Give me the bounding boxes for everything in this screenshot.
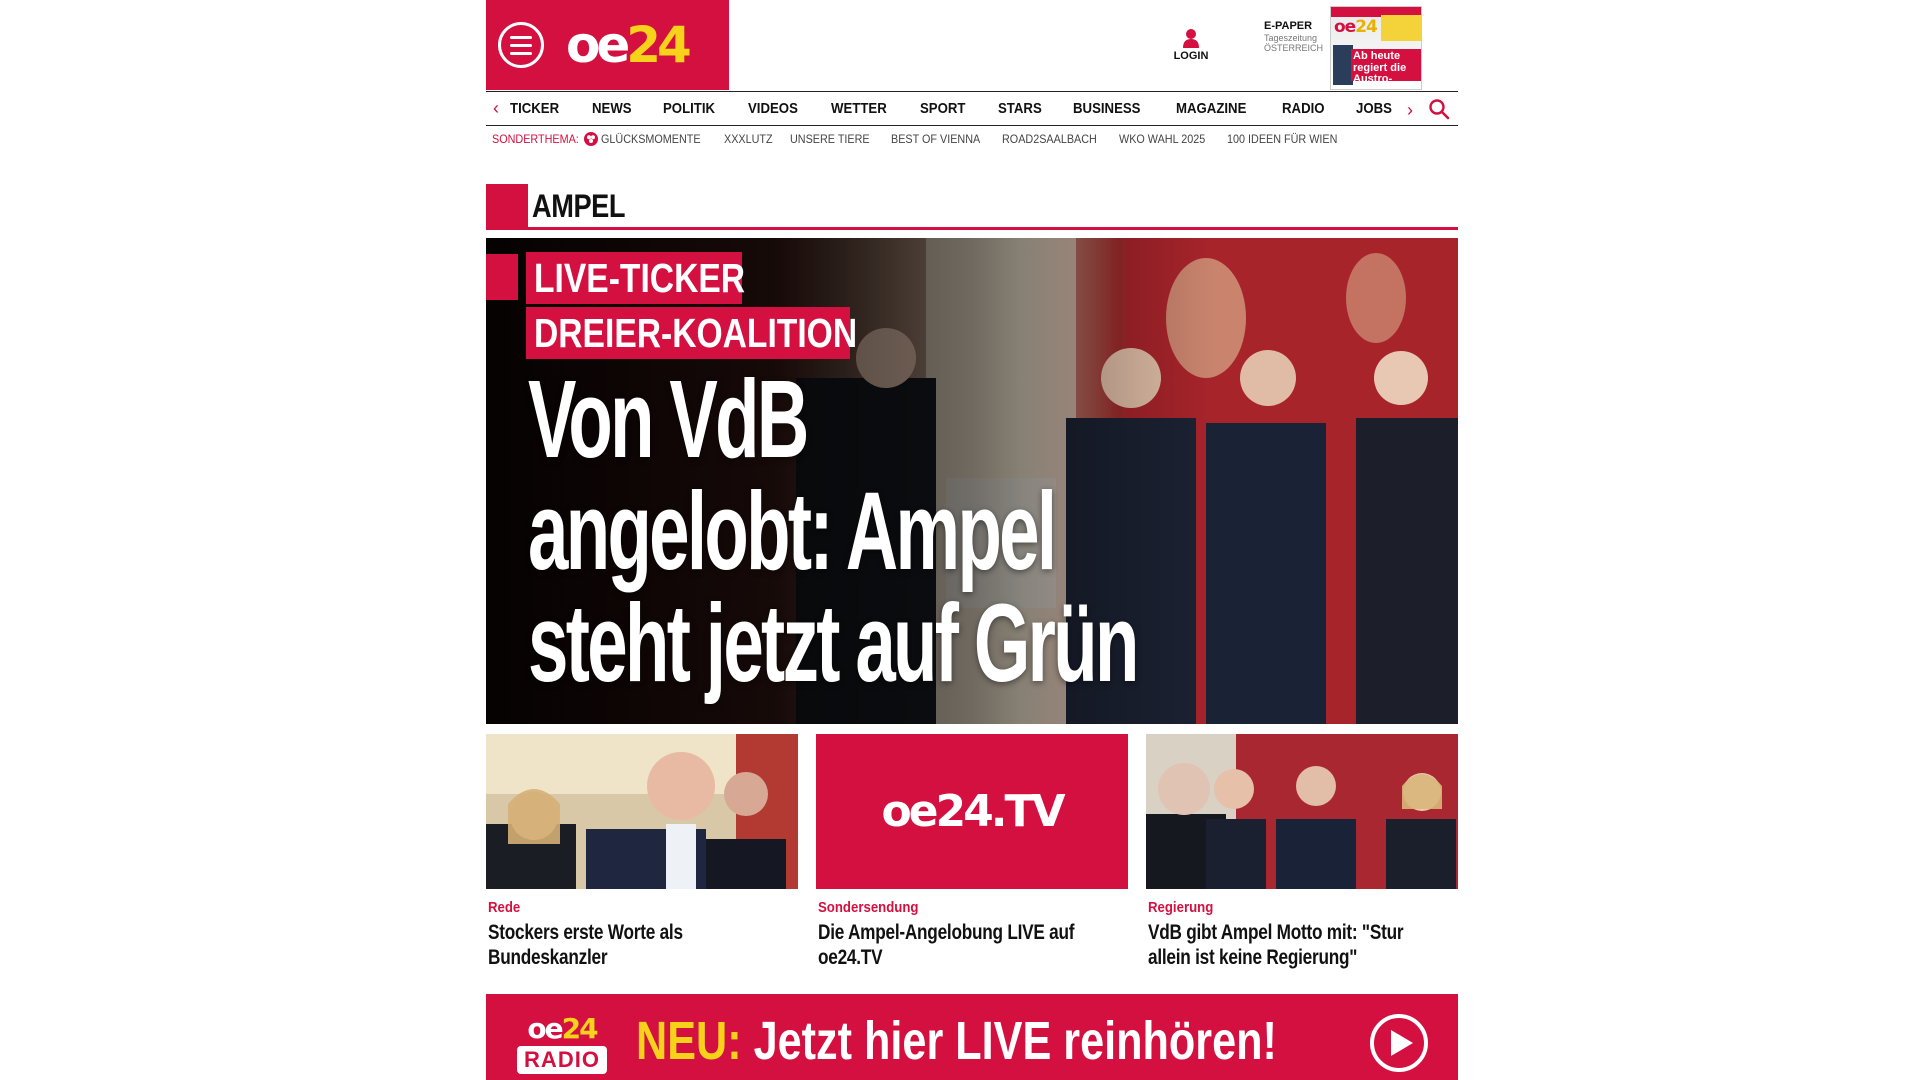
cover-logo: oe24 — [1334, 17, 1378, 37]
clover-icon — [584, 132, 599, 146]
hero-headline-line: steht jetzt auf Grün — [528, 582, 1139, 705]
special-topics-bar: SONDERTHEMA: GLÜCKSMOMENTE XXXLUTZ UNSER… — [486, 129, 1362, 149]
site-header: oe24 LOGIN E-PAPER Tageszeitung ÖSTERREI… — [486, 0, 1458, 90]
nav-scroll-left-icon[interactable]: ‹ — [488, 98, 504, 119]
teaser-card[interactable]: Rede Stockers erste Worte als Bundeskanz… — [486, 734, 798, 970]
cover-logo-main: oe — [1334, 17, 1356, 37]
nav-item-news[interactable]: NEWS — [592, 100, 632, 117]
special-topics-label: SONDERTHEMA: — [492, 132, 579, 146]
hero-headline-line: Von VdB — [528, 358, 809, 481]
radio-logo-sub: RADIO — [517, 1046, 607, 1074]
teaser-row: Rede Stockers erste Worte als Bundeskanz… — [486, 734, 1458, 974]
epaper-title: E-PAPER — [1264, 20, 1313, 32]
hero-headline[interactable]: Von VdB angelobt: Ampel steht jetzt auf … — [528, 358, 1139, 705]
cover-photo — [1333, 45, 1353, 85]
section-marker — [486, 184, 528, 228]
special-topic-xxxlutz[interactable]: XXXLUTZ — [724, 132, 773, 146]
radio-banner-text: NEU: Jetzt hier LIVE reinhören! — [636, 1008, 1277, 1074]
nav-item-videos[interactable]: VIDEOS — [748, 100, 798, 117]
nav-item-wetter[interactable]: WETTER — [831, 100, 887, 117]
hero-headline-line: angelobt: Ampel — [528, 470, 1057, 593]
radio-banner-highlight: NEU: — [636, 1011, 742, 1071]
main-nav: ‹ TICKER NEWS POLITIK VIDEOS WETTER SPOR… — [486, 91, 1458, 126]
nav-item-jobs[interactable]: JOBS — [1356, 100, 1392, 117]
hamburger-menu-icon[interactable] — [498, 22, 544, 68]
special-topic-best-of-vienna[interactable]: BEST OF VIENNA — [891, 132, 980, 146]
login-label: LOGIN — [1173, 50, 1209, 62]
nav-item-politik[interactable]: POLITIK — [663, 100, 715, 117]
nav-item-business[interactable]: BUSINESS — [1073, 100, 1140, 117]
radio-banner-message: Jetzt hier LIVE reinhören! — [741, 1011, 1277, 1071]
radio-logo-wordmark: oe24 — [516, 1014, 608, 1044]
page-container: oe24 LOGIN E-PAPER Tageszeitung ÖSTERREI… — [486, 0, 1458, 1080]
nav-item-magazine[interactable]: MAGAZINE — [1176, 100, 1246, 117]
teaser-kicker: Regierung — [1148, 899, 1214, 916]
menu-bar — [510, 51, 532, 55]
teaser-title[interactable]: Stockers erste Worte als Bundeskanzler — [488, 920, 783, 970]
teaser-kicker: Sondersendung — [818, 899, 919, 916]
live-ticker-label: LIVE-TICKER — [534, 255, 746, 301]
oe24-radio-logo: oe24 RADIO — [516, 1014, 608, 1076]
special-topic-wko-wahl[interactable]: WKO WAHL 2025 — [1119, 132, 1205, 146]
topic-tag-label: DREIER-KOALITION — [534, 310, 858, 356]
nav-item-ticker[interactable]: TICKER — [510, 100, 559, 117]
hero-article[interactable]: LIVE-TICKER DREIER-KOALITION Von VdB ang… — [486, 238, 1458, 724]
logo-main: oe — [566, 16, 630, 74]
nav-item-stars[interactable]: STARS — [998, 100, 1042, 117]
epaper-cover-image[interactable]: oe24 Ab heute regiert die Austro-Ampel — [1330, 6, 1422, 90]
special-topic-gluecksmomente[interactable]: GLÜCKSMOMENTE — [601, 132, 701, 146]
special-topic-road2saalbach[interactable]: ROAD2SAALBACH — [1002, 132, 1097, 146]
site-logo[interactable]: oe24 — [566, 20, 692, 70]
cover-side-block — [1381, 15, 1421, 41]
special-topic-unsere-tiere[interactable]: UNSERE TIERE — [790, 132, 870, 146]
radio-banner[interactable]: oe24 RADIO NEU: Jetzt hier LIVE reinhöre… — [486, 994, 1458, 1080]
logo-box: oe24 — [486, 0, 729, 90]
user-icon — [1183, 29, 1199, 48]
section-header: AMPEL — [486, 184, 1458, 230]
epaper-link[interactable]: E-PAPER Tageszeitung ÖSTERREICH — [1264, 20, 1334, 53]
search-icon[interactable] — [1428, 98, 1450, 120]
nav-scroll-right-icon[interactable]: › — [1402, 100, 1418, 121]
teaser-photo — [1146, 734, 1458, 889]
teaser-title[interactable]: VdB gibt Ampel Motto mit: "Stur allein i… — [1148, 920, 1443, 970]
live-ticker-tag: LIVE-TICKER — [526, 252, 746, 304]
logo-accent: 24 — [626, 16, 692, 74]
radio-logo-accent: 24 — [561, 1012, 599, 1045]
epaper-sub2: ÖSTERREICH — [1264, 42, 1324, 53]
teaser-card[interactable]: oe24.TV Sondersendung Die Ampel-Angelobu… — [816, 734, 1128, 970]
epaper-sub1: Tageszeitung — [1264, 32, 1318, 43]
teaser-kicker: Rede — [488, 899, 521, 916]
nav-items: TICKER NEWS POLITIK VIDEOS WETTER SPORT … — [504, 100, 1417, 117]
radio-logo-main: oe — [527, 1012, 563, 1045]
tv-logo-box: oe24.TV — [816, 734, 1128, 889]
nav-item-sport[interactable]: SPORT — [920, 100, 965, 117]
login-button[interactable]: LOGIN — [1171, 28, 1211, 62]
oe24tv-logo: oe24.TV — [881, 786, 1065, 837]
teaser-photo — [486, 734, 798, 889]
cover-headline: Ab heute regiert die Austro-Ampel — [1351, 49, 1421, 89]
play-triangle — [1391, 1030, 1413, 1056]
section-title[interactable]: AMPEL — [532, 188, 625, 225]
teaser-title[interactable]: Die Ampel-Angelobung LIVE auf oe24.TV — [818, 920, 1113, 970]
hero-red-marker — [486, 254, 518, 300]
topic-tag: DREIER-KOALITION — [526, 307, 857, 359]
nav-item-radio[interactable]: RADIO — [1282, 100, 1325, 117]
teaser-card[interactable]: Regierung VdB gibt Ampel Motto mit: "Stu… — [1146, 734, 1458, 970]
play-icon[interactable] — [1370, 1014, 1428, 1072]
menu-bar — [510, 35, 532, 39]
cover-logo-accent: 24 — [1355, 17, 1378, 37]
special-topic-100-ideen[interactable]: 100 IDEEN FÜR WIEN — [1227, 132, 1337, 146]
menu-bar — [510, 43, 532, 47]
